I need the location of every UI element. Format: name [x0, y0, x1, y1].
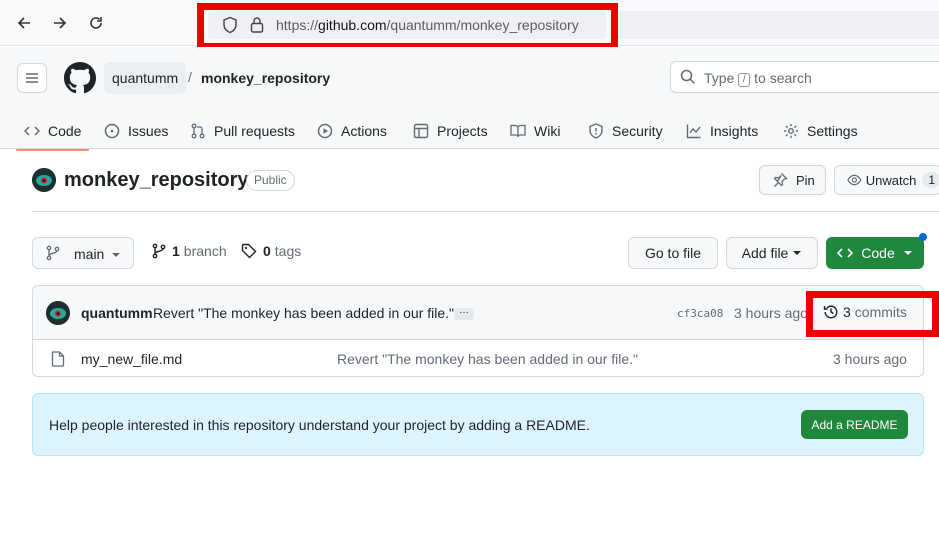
repo-breadcrumb[interactable]: monkey_repository	[201, 70, 330, 86]
repo-title[interactable]: monkey_repository	[64, 169, 249, 192]
tab-label: Code	[48, 123, 82, 139]
readme-banner-text: Help people interested in this repositor…	[49, 417, 590, 433]
tab-wiki[interactable]: Wiki	[510, 112, 560, 150]
unwatch-label: Unwatch	[865, 172, 917, 188]
search-input[interactable]: Type / to search	[670, 61, 939, 93]
pin-button[interactable]: Pin	[759, 165, 826, 195]
gear-icon	[784, 124, 798, 138]
file-commit-time: 3 hours ago	[833, 351, 907, 367]
code-icon	[24, 126, 40, 136]
table-icon	[413, 123, 429, 139]
code-label: Code	[861, 245, 895, 261]
issue-icon	[104, 123, 120, 139]
repo-avatar[interactable]	[32, 168, 56, 192]
tab-label: Actions	[341, 123, 387, 139]
code-icon	[837, 248, 854, 258]
file-icon	[51, 351, 65, 370]
tab-security[interactable]: Security	[588, 112, 663, 150]
tab-code[interactable]: Code	[15, 112, 91, 151]
visibility-badge: Public	[246, 170, 295, 191]
search-placeholder-after: to search	[754, 70, 812, 86]
back-icon[interactable]	[13, 12, 35, 34]
tag-icon	[241, 243, 257, 259]
add-file-label: Add file	[741, 245, 789, 261]
notification-dot	[919, 233, 927, 241]
menu-icon[interactable]	[17, 63, 47, 93]
play-icon	[317, 123, 333, 139]
search-icon	[680, 69, 696, 88]
eye-icon	[847, 174, 862, 186]
tab-actions[interactable]: Actions	[317, 112, 387, 150]
graph-icon	[686, 124, 701, 139]
tab-label: Pull requests	[214, 123, 295, 139]
branch-icon	[46, 245, 60, 261]
tab-settings[interactable]: Settings	[783, 112, 858, 150]
slash-key-hint: /	[738, 73, 751, 87]
search-placeholder-before: Type	[704, 70, 735, 86]
branch-count-label: branch	[183, 243, 227, 259]
branches-link[interactable]: 1 branch	[152, 243, 227, 259]
add-readme-button[interactable]: Add a README	[801, 410, 908, 439]
commit-sha[interactable]: cf3ca08	[677, 307, 723, 320]
highlight-commits-box	[806, 291, 939, 337]
unwatch-button[interactable]: Unwatch 1	[834, 165, 939, 195]
go-to-file-button[interactable]: Go to file	[628, 237, 718, 269]
readme-banner: Help people interested in this repositor…	[32, 393, 924, 456]
search-placeholder: Type / to search	[704, 70, 812, 87]
tab-insights[interactable]: Insights	[686, 112, 758, 150]
owner-breadcrumb[interactable]: quantumm	[104, 62, 187, 94]
tab-label: Projects	[437, 123, 488, 139]
chevron-down-icon	[903, 251, 912, 255]
branch-name: main	[74, 246, 105, 262]
chevron-down-icon	[793, 251, 802, 255]
expand-commit-button[interactable]: …	[454, 306, 474, 320]
commit-time: 3 hours ago	[734, 305, 808, 321]
add-file-button[interactable]: Add file	[726, 237, 818, 269]
tags-link[interactable]: 0 tags	[241, 243, 301, 259]
breadcrumb-separator: /	[188, 69, 192, 85]
pin-label: Pin	[796, 172, 815, 188]
pull-request-icon	[191, 123, 205, 139]
github-logo-icon[interactable]	[64, 62, 96, 97]
chevron-down-icon	[112, 253, 120, 257]
table-row[interactable]: my_new_file.md Revert "The monkey has be…	[33, 341, 923, 376]
book-icon	[510, 124, 526, 138]
tag-count-label: tags	[274, 243, 302, 259]
branch-icon	[152, 243, 166, 259]
latest-commit-row: quantumm Revert "The monkey has been add…	[33, 286, 923, 340]
watch-count: 1	[922, 172, 939, 188]
forward-icon[interactable]	[49, 12, 71, 34]
avatar[interactable]	[46, 301, 70, 325]
file-name[interactable]: my_new_file.md	[81, 351, 182, 367]
tab-label: Wiki	[534, 123, 561, 139]
shield-icon	[589, 123, 603, 139]
code-button[interactable]: Code	[826, 237, 924, 269]
tab-label: Security	[612, 123, 663, 139]
tab-pull-requests[interactable]: Pull requests	[190, 112, 295, 150]
tab-label: Issues	[128, 123, 169, 139]
title-divider	[32, 211, 939, 212]
file-table: quantumm Revert "The monkey has been add…	[32, 285, 924, 377]
github-header: quantumm / monkey_repository Type / to s…	[0, 47, 939, 151]
tab-projects[interactable]: Projects	[413, 112, 488, 150]
tab-label: Insights	[710, 123, 759, 139]
branch-count: 1	[172, 243, 180, 259]
toolbar-spacer	[618, 11, 939, 39]
reload-icon[interactable]	[85, 12, 107, 34]
commit-message[interactable]: Revert "The monkey has been added in our…	[153, 305, 454, 321]
pin-icon	[773, 173, 788, 187]
highlight-url-box	[197, 3, 618, 50]
tag-count: 0	[263, 243, 271, 259]
tab-issues[interactable]: Issues	[104, 112, 168, 150]
commit-author[interactable]: quantumm	[81, 305, 153, 321]
branch-selector[interactable]: main	[32, 237, 134, 269]
file-commit-message[interactable]: Revert "The monkey has been added in our…	[337, 351, 638, 367]
tab-label: Settings	[807, 123, 858, 139]
